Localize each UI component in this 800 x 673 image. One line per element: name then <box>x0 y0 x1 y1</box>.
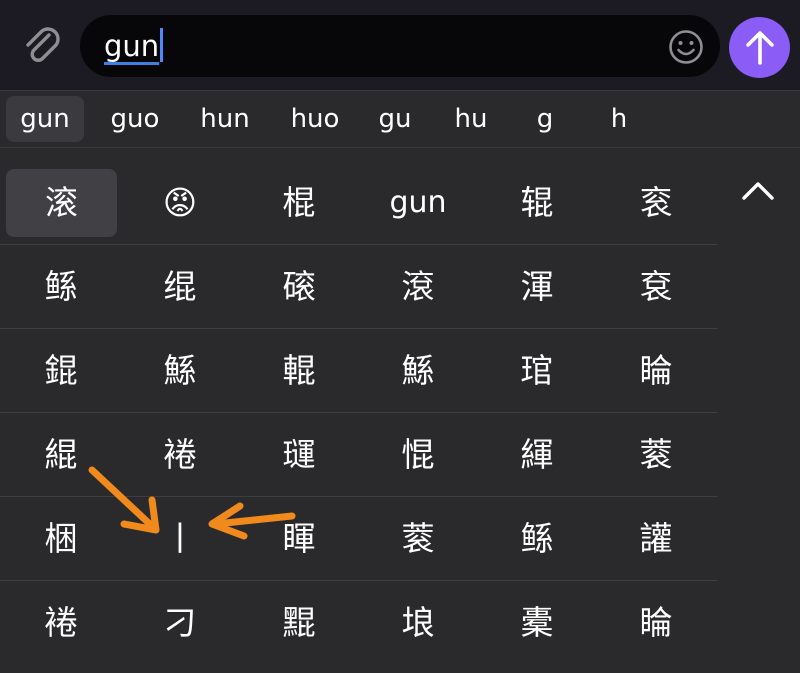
pinyin-option[interactable]: hu <box>436 96 506 142</box>
candidate-cell[interactable]: gun <box>359 162 477 244</box>
candidate-cell[interactable]: 滚 <box>6 169 117 237</box>
candidate-grid: 滚 😡 棍 gun 辊 衮 鲧 绲 磙 滾 渾 袞 錕 鯀 輥 鯀 琯 睔 緄 … <box>0 148 720 673</box>
candidate-cell[interactable]: 鲧 <box>478 498 596 580</box>
candidate-cell[interactable]: 緄 <box>2 414 120 496</box>
pinyin-option[interactable]: guo <box>96 96 174 142</box>
arrow-up-icon <box>746 31 774 65</box>
candidate-cell[interactable]: 鯀 <box>359 330 477 412</box>
pinyin-option[interactable]: g <box>516 96 574 142</box>
pinyin-option[interactable]: gu <box>360 96 430 142</box>
candidate-cell[interactable]: 滾 <box>359 246 477 328</box>
send-button[interactable] <box>729 17 790 78</box>
text-caret <box>160 28 164 62</box>
candidate-cell[interactable]: 睔 <box>597 330 715 412</box>
candidate-cell[interactable]: 惃 <box>359 414 477 496</box>
candidate-cell[interactable]: 鯀 <box>121 330 239 412</box>
candidate-cell[interactable]: 睴 <box>240 498 358 580</box>
candidate-cell[interactable]: 埌 <box>359 582 477 664</box>
candidate-cell[interactable]: 丨 <box>121 498 239 580</box>
paperclip-icon[interactable] <box>18 22 64 68</box>
candidate-cell[interactable]: 裷 <box>2 582 120 664</box>
pinyin-option[interactable]: huo <box>276 96 354 142</box>
row-divider <box>0 412 718 413</box>
candidate-cell[interactable]: 衮 <box>597 162 715 244</box>
candidate-cell[interactable]: 睔 <box>597 582 715 664</box>
smiley-icon[interactable] <box>668 29 704 65</box>
pinyin-option[interactable]: h <box>590 96 648 142</box>
row-divider <box>0 496 718 497</box>
candidate-cell[interactable]: 袞 <box>597 246 715 328</box>
pinyin-option[interactable]: gun <box>6 96 84 142</box>
candidate-cell[interactable]: 璭 <box>240 414 358 496</box>
row-divider <box>0 244 718 245</box>
candidate-cell[interactable]: 琯 <box>478 330 596 412</box>
message-input[interactable]: gun <box>80 15 720 77</box>
row-divider <box>0 328 718 329</box>
candidate-cell[interactable]: 渾 <box>478 246 596 328</box>
candidate-cell[interactable]: 刁 <box>121 582 239 664</box>
input-text: gun <box>104 27 164 65</box>
candidate-cell[interactable]: 讙 <box>597 498 715 580</box>
row-divider <box>0 580 718 581</box>
candidate-cell[interactable]: 鲧 <box>2 246 120 328</box>
candidate-cell[interactable]: 輥 <box>240 330 358 412</box>
candidate-cell[interactable]: 梱 <box>2 498 120 580</box>
candidate-cell[interactable]: 裷 <box>121 414 239 496</box>
candidate-cell[interactable]: 磙 <box>240 246 358 328</box>
candidate-cell[interactable]: 辊 <box>478 162 596 244</box>
pinyin-candidate-bar: gun guo hun huo gu hu g h <box>0 91 800 148</box>
candidate-cell[interactable]: 錕 <box>2 330 120 412</box>
candidate-cell[interactable]: 棍 <box>240 162 358 244</box>
candidate-cell[interactable]: 蓘 <box>597 414 715 496</box>
composer-bar: gun <box>0 0 800 91</box>
candidate-cell[interactable]: 蓘 <box>359 498 477 580</box>
candidate-cell[interactable]: 橐 <box>478 582 596 664</box>
candidate-cell[interactable]: 😡 <box>121 162 239 244</box>
pinyin-option[interactable]: hun <box>186 96 264 142</box>
candidate-cell[interactable]: 绲 <box>121 246 239 328</box>
chevron-up-icon[interactable] <box>737 172 779 208</box>
candidate-cell[interactable]: 䵪 <box>240 582 358 664</box>
candidate-cell[interactable]: 緷 <box>478 414 596 496</box>
